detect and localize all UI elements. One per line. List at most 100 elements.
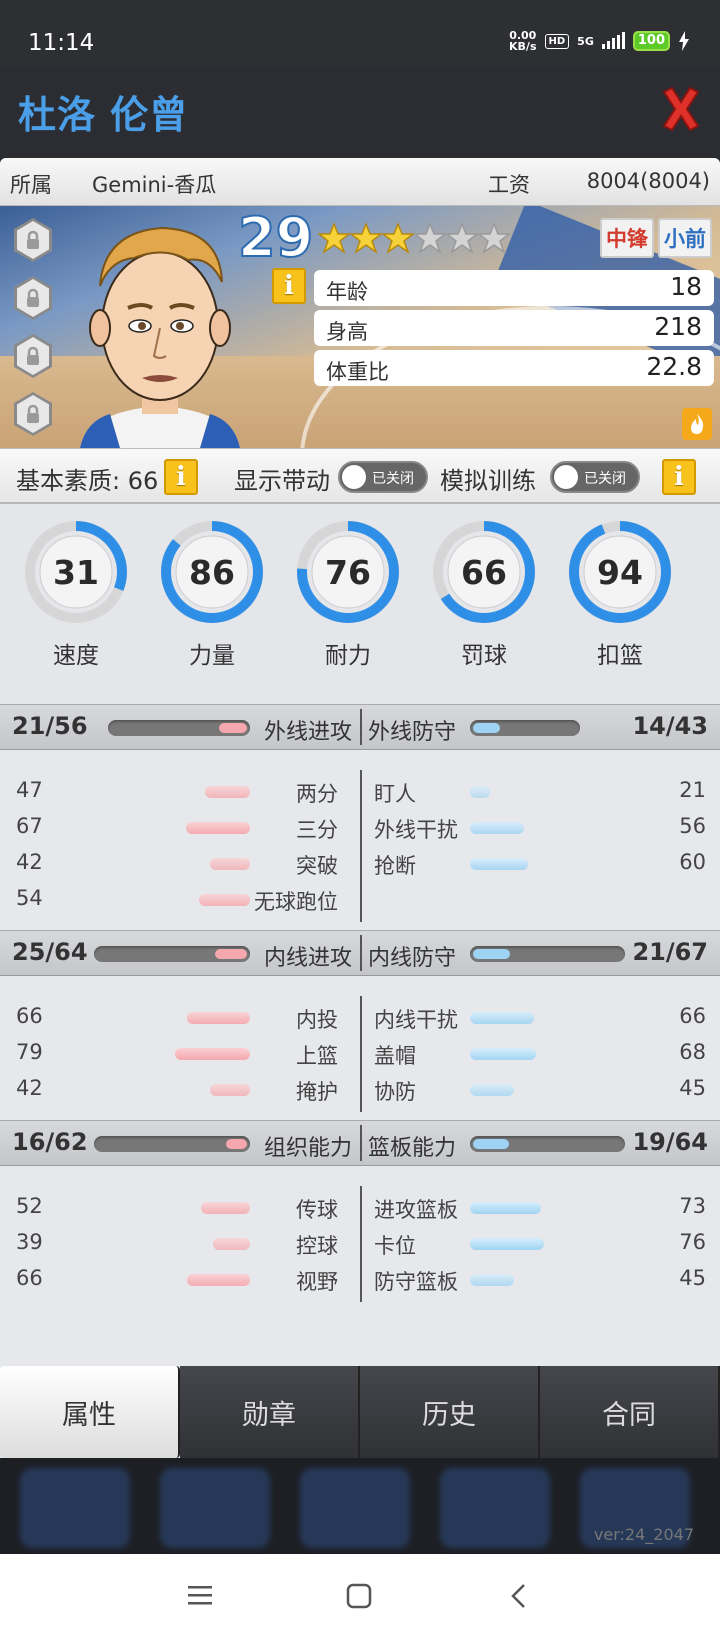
stat-left-label: 传球 [296,1198,338,1222]
stat-row: 42 掩护 协防 45 [0,1070,720,1106]
group-left-title: 外线进攻 [263,720,352,745]
tab-1[interactable]: 勋章 [180,1366,360,1458]
stat-right-label: 协防 [374,1080,416,1104]
stat-left-label: 控球 [296,1234,338,1258]
star-empty-icon [414,221,446,254]
stat-left-value: 42 [16,1076,43,1100]
stat-left-bar [187,1274,250,1286]
stat-group-header: 16/62 组织能力 篮板能力 19/64 [0,1120,720,1166]
stat-left-value: 39 [16,1230,43,1254]
stat-left-value: 54 [16,886,43,910]
toggle-knob [342,465,366,489]
stat-row: 54 无球跑位 [0,880,720,916]
back-icon[interactable] [508,1582,528,1610]
stat-row: 42 突破 抢断 60 [0,844,720,880]
stat-right-bar [470,1202,541,1214]
lock-icon [27,404,39,423]
stat-row: 66 内投 内线干扰 66 [0,998,720,1034]
dial-value: 76 [325,553,371,592]
player-hero: 29 中锋 小前 i 年龄 18 身高 218 体重比 22.8 [0,206,720,448]
attr-value: 22.8 [646,352,702,381]
network-type: 5G [577,34,594,48]
group-left-bar [94,946,250,962]
menu-icon[interactable] [186,1583,214,1607]
position-badge: 小前 [658,218,712,258]
show-drive-toggle[interactable]: 已关闭 [338,461,428,493]
stat-right-value: 66 [679,1004,706,1028]
stat-dial-4: 94 扣篮 [566,518,674,670]
skill-slot-locked[interactable] [14,392,52,436]
show-drive-label: 显示带动 [234,467,330,495]
stat-right-label: 盖帽 [374,1044,416,1068]
sim-train-toggle[interactable]: 已关闭 [550,461,640,493]
system-nav-bar [0,1554,720,1640]
group-left-title: 组织能力 [263,1136,352,1161]
train-info-button[interactable]: i [662,459,696,495]
attr-row-weight-ratio: 体重比 22.8 [314,350,714,386]
stat-group-header: 25/64 内线进攻 内线防守 21/67 [0,930,720,976]
tab-0[interactable]: 属性 [0,1366,180,1458]
stat-left-value: 79 [16,1040,43,1064]
base-info-button[interactable]: i [164,459,198,495]
star-shape [350,221,382,254]
group-right-title: 外线防守 [368,720,457,745]
stat-dial-0: 31 速度 [22,518,130,670]
group-left-bar [108,720,250,736]
dial-value: 86 [189,553,235,592]
close-button[interactable] [660,86,702,132]
lock-icon [27,346,39,365]
toggle-knob [554,465,578,489]
group-right-bar [470,946,625,962]
info-icon: i [284,271,294,301]
stat-dial-2: 76 耐力 [294,518,402,670]
team-label: 所属 [10,173,52,197]
skill-slot-locked[interactable] [14,218,52,262]
salary-value: 8004(8004) [586,169,710,193]
title-bar: 杜洛 伦曾 [0,68,720,158]
skill-slot-locked[interactable] [14,334,52,378]
position-badges: 中锋 小前 [600,218,712,258]
skill-slot-locked[interactable] [14,276,52,320]
star-filled-icon [350,221,382,254]
stat-left-bar [198,894,250,906]
stat-left-bar [186,822,250,834]
player-info-button[interactable]: i [272,268,306,304]
player-name: 杜洛 伦曾 [18,93,189,137]
stat-left-bar [210,1084,250,1096]
dial-label: 罚球 [461,643,507,669]
star-shape [414,221,446,254]
stat-right-value: 56 [679,814,706,838]
stat-right-value: 73 [679,1194,706,1218]
stat-left-bar [205,786,250,798]
stat-left-label: 突破 [296,854,338,878]
stat-right-bar [470,786,491,798]
stat-dial-1: 86 力量 [158,518,266,670]
stat-left-bar [200,1202,250,1214]
fire-button[interactable] [682,408,712,440]
group-right-score: 19/64 [632,1128,708,1156]
base-quality-bar: 基本素质: 66 i 显示带动 已关闭 模拟训练 已关闭 i [0,448,720,504]
dial-gauge: 66 [433,521,535,623]
stat-group-header: 21/56 外线进攻 外线防守 14/43 [0,704,720,750]
stat-right-label: 防守篮板 [374,1270,458,1294]
stat-right-value: 76 [679,1230,706,1254]
stat-right-bar [470,822,525,834]
version-label: ver:24_2047 [593,1525,694,1544]
tab-3[interactable]: 合同 [540,1366,720,1458]
dial-label: 扣篮 [597,643,643,669]
battery-icon: 100 [632,31,670,51]
group-right-fill [473,723,501,733]
star-shape [382,221,414,254]
overall-rating: 29 [237,206,314,270]
stat-right-value: 45 [679,1266,706,1290]
close-icon [662,86,700,132]
charging-icon [679,31,689,51]
base-quality-label: 基本素质: 66 [16,467,159,495]
net-speed-unit: KB/s [509,40,537,53]
tab-2[interactable]: 历史 [360,1366,540,1458]
group-right-bar [470,1136,625,1152]
salary-label: 工资 [488,173,530,197]
dial-value: 66 [461,553,507,592]
attr-label: 身高 [326,320,368,344]
home-icon[interactable] [345,1582,373,1610]
